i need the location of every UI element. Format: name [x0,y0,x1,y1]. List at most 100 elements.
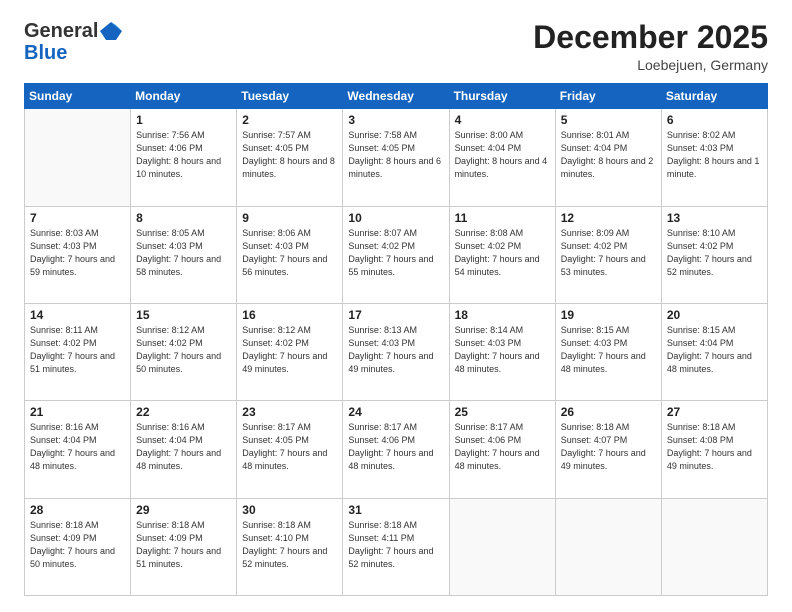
table-row: 1 Sunrise: 7:56 AMSunset: 4:06 PMDaylight… [131,109,237,206]
day-info: Sunrise: 8:17 AMSunset: 4:06 PMDaylight:… [455,421,550,473]
table-row: 22Sunrise: 8:16 AMSunset: 4:04 PMDayligh… [131,401,237,498]
table-row: 26 Sunrise: 8:18 AMSunset: 4:07 PMDayligh… [555,401,661,498]
table-row: 30Sunrise: 8:18 AMSunset: 4:10 PMDayligh… [237,498,343,595]
logo-general-text: General [24,21,98,41]
day-number: 24 [348,405,443,419]
day-info: Sunrise: 8:10 AMSunset: 4:02 PMDaylight:… [667,227,762,279]
day-number: 26 [561,405,656,419]
day-number: 9 [242,211,337,225]
table-row [449,498,555,595]
table-row: 9 Sunrise: 8:06 AMSunset: 4:03 PMDaylight… [237,206,343,303]
table-row: 10 Sunrise: 8:07 AMSunset: 4:02 PMDayligh… [343,206,449,303]
calendar-week-row: 21Sunrise: 8:16 AMSunset: 4:04 PMDayligh… [25,401,768,498]
day-number: 16 [242,308,337,322]
table-row: 19Sunrise: 8:15 AMSunset: 4:03 PMDayligh… [555,303,661,400]
day-info: Sunrise: 8:14 AMSunset: 4:03 PMDaylight:… [455,324,550,376]
day-info: Sunrise: 8:12 AMSunset: 4:02 PMDaylight:… [136,324,231,376]
day-info: Sunrise: 8:12 AMSunset: 4:02 PMDaylight:… [242,324,337,376]
day-info: Sunrise: 7:57 AMSunset: 4:05 PMDaylight:… [242,129,337,181]
table-row: 12Sunrise: 8:09 AMSunset: 4:02 PMDayligh… [555,206,661,303]
table-row: 27Sunrise: 8:18 AMSunset: 4:08 PMDayligh… [661,401,767,498]
day-info: Sunrise: 8:11 AMSunset: 4:02 PMDaylight:… [30,324,125,376]
day-number: 2 [242,113,337,127]
day-info: Sunrise: 8:17 AMSunset: 4:05 PMDaylight:… [242,421,337,473]
calendar-week-row: 28Sunrise: 8:18 AMSunset: 4:09 PMDayligh… [25,498,768,595]
table-row: 16 Sunrise: 8:12 AMSunset: 4:02 PMDayligh… [237,303,343,400]
day-number: 7 [30,211,125,225]
table-row: 3 Sunrise: 7:58 AMSunset: 4:05 PMDaylight… [343,109,449,206]
day-info: Sunrise: 8:05 AMSunset: 4:03 PMDaylight:… [136,227,231,279]
col-tuesday: Tuesday [237,84,343,109]
day-info: Sunrise: 8:06 AMSunset: 4:03 PMDaylight:… [242,227,337,279]
logo: General Blue [24,20,122,65]
table-row: 17Sunrise: 8:13 AMSunset: 4:03 PMDayligh… [343,303,449,400]
day-number: 10 [348,211,443,225]
calendar-week-row: 1 Sunrise: 7:56 AMSunset: 4:06 PMDaylight… [25,109,768,206]
day-info: Sunrise: 8:13 AMSunset: 4:03 PMDaylight:… [348,324,443,376]
col-monday: Monday [131,84,237,109]
table-row [25,109,131,206]
table-row: 13 Sunrise: 8:10 AMSunset: 4:02 PMDayligh… [661,206,767,303]
day-info: Sunrise: 8:18 AMSunset: 4:11 PMDaylight:… [348,519,443,571]
day-number: 5 [561,113,656,127]
table-row: 29 Sunrise: 8:18 AMSunset: 4:09 PMDayligh… [131,498,237,595]
day-info: Sunrise: 8:17 AMSunset: 4:06 PMDaylight:… [348,421,443,473]
day-info: Sunrise: 8:09 AMSunset: 4:02 PMDaylight:… [561,227,656,279]
col-friday: Friday [555,84,661,109]
day-info: Sunrise: 8:15 AMSunset: 4:03 PMDaylight:… [561,324,656,376]
day-info: Sunrise: 8:07 AMSunset: 4:02 PMDaylight:… [348,227,443,279]
logo-blue-text: Blue [24,42,67,65]
day-info: Sunrise: 8:18 AMSunset: 4:07 PMDaylight:… [561,421,656,473]
day-number: 25 [455,405,550,419]
day-number: 13 [667,211,762,225]
day-info: Sunrise: 8:03 AMSunset: 4:03 PMDaylight:… [30,227,125,279]
table-row: 21Sunrise: 8:16 AMSunset: 4:04 PMDayligh… [25,401,131,498]
table-row: 31Sunrise: 8:18 AMSunset: 4:11 PMDayligh… [343,498,449,595]
day-info: Sunrise: 8:01 AMSunset: 4:04 PMDaylight:… [561,129,656,181]
day-number: 15 [136,308,231,322]
table-row: 7 Sunrise: 8:03 AMSunset: 4:03 PMDaylight… [25,206,131,303]
day-info: Sunrise: 8:16 AMSunset: 4:04 PMDaylight:… [30,421,125,473]
page: General Blue December 2025 Loebejuen, Ge… [0,0,792,612]
col-sunday: Sunday [25,84,131,109]
logo-icon [100,20,122,42]
table-row: 18Sunrise: 8:14 AMSunset: 4:03 PMDayligh… [449,303,555,400]
table-row: 6 Sunrise: 8:02 AMSunset: 4:03 PMDaylight… [661,109,767,206]
day-info: Sunrise: 8:18 AMSunset: 4:09 PMDaylight:… [136,519,231,571]
table-row: 14 Sunrise: 8:11 AMSunset: 4:02 PMDayligh… [25,303,131,400]
calendar-week-row: 7 Sunrise: 8:03 AMSunset: 4:03 PMDaylight… [25,206,768,303]
table-row [555,498,661,595]
day-number: 8 [136,211,231,225]
table-row: 28Sunrise: 8:18 AMSunset: 4:09 PMDayligh… [25,498,131,595]
day-number: 3 [348,113,443,127]
day-info: Sunrise: 7:58 AMSunset: 4:05 PMDaylight:… [348,129,443,181]
day-number: 29 [136,503,231,517]
month-title: December 2025 [533,20,768,55]
table-row: 25 Sunrise: 8:17 AMSunset: 4:06 PMDayligh… [449,401,555,498]
table-row [661,498,767,595]
day-info: Sunrise: 8:02 AMSunset: 4:03 PMDaylight:… [667,129,762,181]
day-number: 6 [667,113,762,127]
table-row: 11 Sunrise: 8:08 AMSunset: 4:02 PMDayligh… [449,206,555,303]
day-number: 14 [30,308,125,322]
day-number: 1 [136,113,231,127]
day-info: Sunrise: 7:56 AMSunset: 4:06 PMDaylight:… [136,129,231,181]
header: General Blue December 2025 Loebejuen, Ge… [24,20,768,73]
day-info: Sunrise: 8:15 AMSunset: 4:04 PMDaylight:… [667,324,762,376]
table-row: 5 Sunrise: 8:01 AMSunset: 4:04 PMDaylight… [555,109,661,206]
col-wednesday: Wednesday [343,84,449,109]
location: Loebejuen, Germany [533,57,768,73]
day-info: Sunrise: 8:08 AMSunset: 4:02 PMDaylight:… [455,227,550,279]
day-info: Sunrise: 8:18 AMSunset: 4:09 PMDaylight:… [30,519,125,571]
calendar-header-row: Sunday Monday Tuesday Wednesday Thursday… [25,84,768,109]
calendar-week-row: 14 Sunrise: 8:11 AMSunset: 4:02 PMDayligh… [25,303,768,400]
day-number: 20 [667,308,762,322]
day-number: 22 [136,405,231,419]
day-info: Sunrise: 8:00 AMSunset: 4:04 PMDaylight:… [455,129,550,181]
title-block: December 2025 Loebejuen, Germany [533,20,768,73]
day-info: Sunrise: 8:18 AMSunset: 4:08 PMDaylight:… [667,421,762,473]
table-row: 20 Sunrise: 8:15 AMSunset: 4:04 PMDayligh… [661,303,767,400]
table-row: 24 Sunrise: 8:17 AMSunset: 4:06 PMDayligh… [343,401,449,498]
col-saturday: Saturday [661,84,767,109]
day-number: 11 [455,211,550,225]
